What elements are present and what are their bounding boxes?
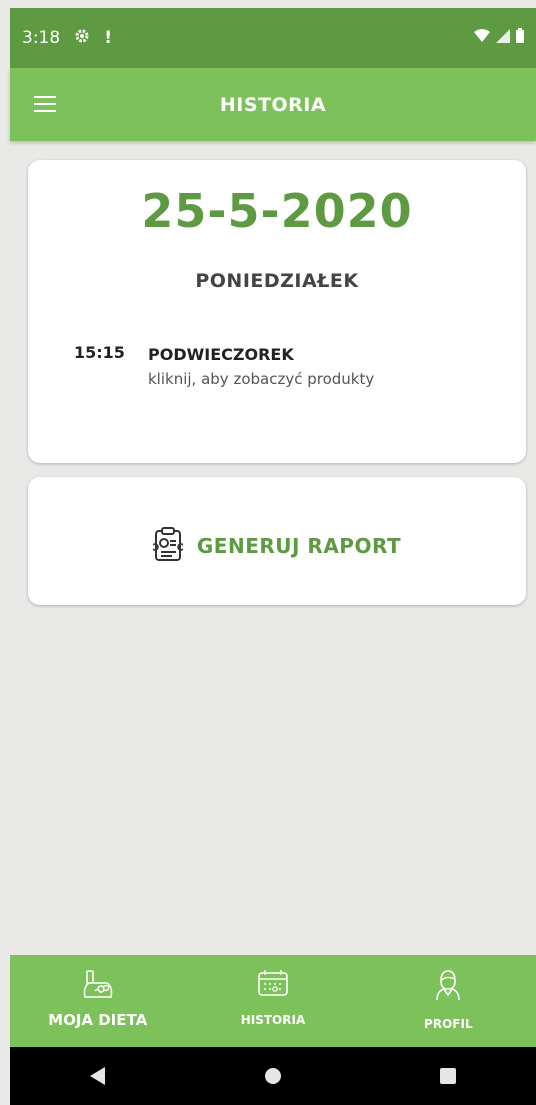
battery-icon (516, 28, 524, 48)
menu-icon[interactable] (34, 96, 56, 112)
meal-name: PODWIECZOREK (148, 345, 294, 364)
bottom-navigation: MOJA DIETA HISTORIA PROFIL (10, 955, 536, 1047)
history-weekday: PONIEDZIAŁEK (195, 270, 359, 292)
back-icon[interactable] (78, 1056, 118, 1096)
calendar-icon (257, 969, 289, 1001)
nav-historia[interactable]: HISTORIA (185, 955, 360, 1047)
diet-icon (81, 969, 115, 1003)
page-title: HISTORIA (219, 93, 327, 116)
report-label: GENERUJ RAPORT (196, 534, 402, 558)
app-bar: HISTORIA (10, 68, 536, 141)
profile-icon (435, 969, 461, 1005)
recents-icon[interactable] (428, 1056, 468, 1096)
wifi-icon (474, 28, 490, 48)
nav-moja-dieta[interactable]: MOJA DIETA (10, 955, 185, 1047)
day-history-card: 25-5-2020 PONIEDZIAŁEK 15:15 PODWIECZORE… (28, 160, 526, 463)
nav-label-moja-dieta: MOJA DIETA (48, 1011, 148, 1029)
status-bar: 3:18 ! (10, 8, 536, 68)
status-time: 3:18 (22, 28, 61, 48)
report-clipboard-icon (151, 527, 185, 565)
nav-profil[interactable]: PROFIL (361, 955, 536, 1047)
meal-hint: kliknij, aby zobaczyć produkty (148, 370, 375, 388)
meal-time: 15:15 (74, 343, 125, 362)
system-navigation-bar (10, 1047, 536, 1105)
nav-label-historia: HISTORIA (240, 1013, 306, 1027)
nav-label-profil: PROFIL (424, 1017, 473, 1031)
alert-icon: ! (104, 28, 112, 48)
signal-icon (496, 28, 510, 48)
gear-icon (74, 28, 90, 49)
home-icon[interactable] (253, 1056, 293, 1096)
generate-report-button[interactable]: GENERUJ RAPORT (28, 477, 526, 605)
history-date: 25-5-2020 (141, 184, 413, 238)
